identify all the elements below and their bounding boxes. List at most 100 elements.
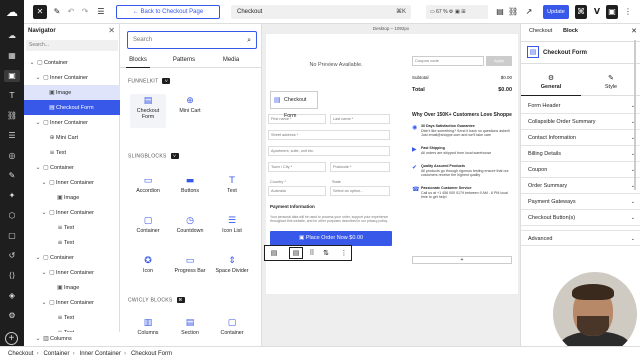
list-view-icon[interactable]: ☰	[96, 5, 106, 19]
list-icon[interactable]: ☰	[4, 130, 20, 142]
settings-gear-icon[interactable]: ⚙	[4, 310, 20, 322]
navigator-item[interactable]: ≡Text	[24, 235, 120, 250]
navigator-item[interactable]: ⌄ ▢Inner Container	[24, 175, 120, 190]
panel-contact-information[interactable]: Contact Information ⌄	[521, 130, 640, 146]
navigator-item[interactable]: ⌄ ▢Inner Container	[24, 115, 120, 130]
navigator-item[interactable]: ≡Text	[24, 145, 120, 160]
inspector-scrollbar[interactable]	[634, 40, 636, 190]
navigator-item[interactable]: ≡Text	[24, 310, 120, 325]
add-block-icon[interactable]: +	[5, 332, 18, 345]
panel-collapsible-order-summary[interactable]: Collapsible Order Summary ⌄	[521, 114, 640, 130]
panel-checkout-buttons[interactable]: Checkout Button(s) ⌄	[521, 210, 640, 226]
move-arrows-icon[interactable]: ⇅	[319, 246, 333, 260]
navigator-item[interactable]: ▣Image	[24, 85, 120, 100]
code-icon[interactable]: ⟨⟩	[4, 270, 20, 282]
navigator-item-selected[interactable]: ▤Checkout Form	[24, 100, 120, 115]
more-options-icon[interactable]: ⋮	[623, 5, 633, 19]
block-checkout-form[interactable]: ▤ Checkout Form	[130, 94, 166, 128]
tab-blocks[interactable]: Blocks	[126, 54, 150, 68]
drag-handle-icon[interactable]: ⠿	[305, 246, 319, 260]
inspector-close-icon[interactable]: ✕	[631, 27, 637, 35]
blocks-icon[interactable]: ▣	[4, 70, 20, 82]
block-type-icon[interactable]: ▤	[289, 247, 303, 259]
navigator-item[interactable]: ≡Text	[24, 220, 120, 235]
funnelkit-icon[interactable]: V	[591, 5, 603, 19]
block-icon[interactable]: ✪ Icon	[130, 254, 166, 288]
block-accordion[interactable]: ▭ Accordion	[130, 174, 166, 208]
navigator-search-input[interactable]: Search...	[26, 40, 118, 51]
navigator-item[interactable]: ▣Image	[24, 190, 120, 205]
add-section-bar[interactable]: +	[412, 256, 512, 264]
street-address-field[interactable]: Street address *	[268, 130, 390, 140]
settings-icon[interactable]: ⚙ ▣ ⊞	[449, 9, 466, 15]
navigator-item[interactable]: ⌄ ▢Inner Container	[24, 265, 120, 280]
navigator-item[interactable]: ⌄ ▢Inner Container	[24, 70, 120, 85]
zoom-control[interactable]: ▭ 67 % ⚙ ▣ ⊞	[426, 5, 488, 19]
navigator-item[interactable]: ⌄ ▥Columns	[24, 332, 120, 346]
block-section[interactable]: ▤ Section	[172, 316, 208, 350]
chevron-down-icon[interactable]: ⌄	[40, 265, 48, 280]
navigator-item[interactable]: ⊕Mini Cart	[24, 130, 120, 145]
chevron-down-icon[interactable]: ⌄	[28, 55, 36, 70]
component-icon[interactable]: ⬡	[4, 210, 20, 222]
breadcrumb-item[interactable]: Container	[43, 351, 69, 357]
document-title-bar[interactable]: Checkout ⌘K	[231, 5, 411, 19]
navigator-close-icon[interactable]: ✕	[108, 26, 115, 35]
block-mini-cart[interactable]: ⊕ Mini Cart	[172, 94, 208, 128]
chevron-down-icon[interactable]: ⌄	[34, 250, 42, 265]
undo-icon[interactable]: ↶	[66, 5, 76, 19]
share-icon[interactable]: ↗	[522, 5, 536, 19]
navigator-item[interactable]: ⌄ ▢Inner Container	[24, 205, 120, 220]
navigator-item[interactable]: ⌄ ▢Inner Container	[24, 295, 120, 310]
panel-advanced[interactable]: Advanced ⌄	[521, 230, 640, 246]
navigator-item[interactable]: ▣Image	[24, 280, 120, 295]
chevron-down-icon[interactable]: ⌄	[34, 70, 42, 85]
tab-patterns[interactable]: Patterns	[168, 54, 200, 68]
brush-icon[interactable]: ✦	[4, 190, 20, 202]
link-icon[interactable]: ⛓	[508, 5, 518, 19]
navigator-item[interactable]: ⌄ ▢Container	[24, 160, 120, 175]
chevron-down-icon[interactable]: ⌄	[40, 175, 48, 190]
navigator-item[interactable]: ⌄ ▢Container	[24, 55, 120, 70]
cloud-logo-icon[interactable]: ☁	[0, 0, 24, 24]
block-progress-bar[interactable]: ▭ Progress Bar	[172, 254, 208, 288]
tab-checkout[interactable]: Checkout	[529, 28, 552, 34]
chevron-down-icon[interactable]: ⌄	[40, 295, 48, 310]
coupon-input[interactable]: Coupon code	[412, 56, 484, 66]
postcode-field[interactable]: Postcode *	[330, 162, 390, 172]
history-icon[interactable]: ↺	[4, 250, 20, 262]
block-search-input[interactable]: Search ⌕	[127, 31, 257, 49]
box-icon[interactable]: ▢	[4, 230, 20, 242]
pen-icon[interactable]: ✎	[4, 170, 20, 182]
sidebar-toggle-icon[interactable]: ▣	[606, 5, 618, 19]
tab-block[interactable]: Block	[563, 28, 578, 34]
city-field[interactable]: Town / City *	[268, 162, 326, 172]
breadcrumb-item[interactable]: Inner Container	[80, 351, 121, 357]
state-select[interactable]: Select an option...	[330, 186, 390, 196]
apply-button[interactable]: Apply	[486, 56, 512, 66]
panel-payment-gateways[interactable]: Payment Gateways ⌄	[521, 194, 640, 210]
cloud-icon[interactable]: ☁	[4, 30, 20, 42]
navigator-item[interactable]: ⌄ ▢Container	[24, 250, 120, 265]
globe-icon[interactable]: ◎	[4, 150, 20, 162]
chevron-down-icon[interactable]: ⌄	[34, 332, 42, 346]
apartment-field[interactable]: Apartment, suite, unit etc.	[268, 146, 390, 156]
breadcrumb-item[interactable]: Checkout Form	[131, 351, 172, 357]
block-countdown[interactable]: ◷ Countdown	[172, 214, 208, 248]
panel-form-header[interactable]: Form Header ⌄	[521, 98, 640, 114]
close-icon[interactable]: ✕	[33, 5, 47, 19]
chevron-down-icon[interactable]: ⌄	[34, 115, 42, 130]
breadcrumb-item[interactable]: Checkout	[8, 351, 33, 357]
tab-style[interactable]: ✎ Style	[581, 72, 640, 96]
last-name-field[interactable]: Last name *	[330, 114, 390, 124]
panel-billing-details[interactable]: Billing Details ⌄	[521, 146, 640, 162]
block-container[interactable]: ▢ Container	[130, 214, 166, 248]
tab-general[interactable]: ⚙ General	[521, 72, 581, 96]
block-icon-list[interactable]: ☰ Icon List	[214, 214, 250, 248]
block-space-divider[interactable]: ⇕ Space Divider	[214, 254, 250, 288]
chevron-down-icon[interactable]: ⌄	[34, 160, 42, 175]
text-icon[interactable]: T	[4, 90, 20, 102]
place-order-button[interactable]: ▣ Place Order Now $0.00	[270, 231, 392, 246]
country-select[interactable]: Australia	[268, 186, 326, 196]
first-name-field[interactable]: First name *	[268, 114, 326, 124]
